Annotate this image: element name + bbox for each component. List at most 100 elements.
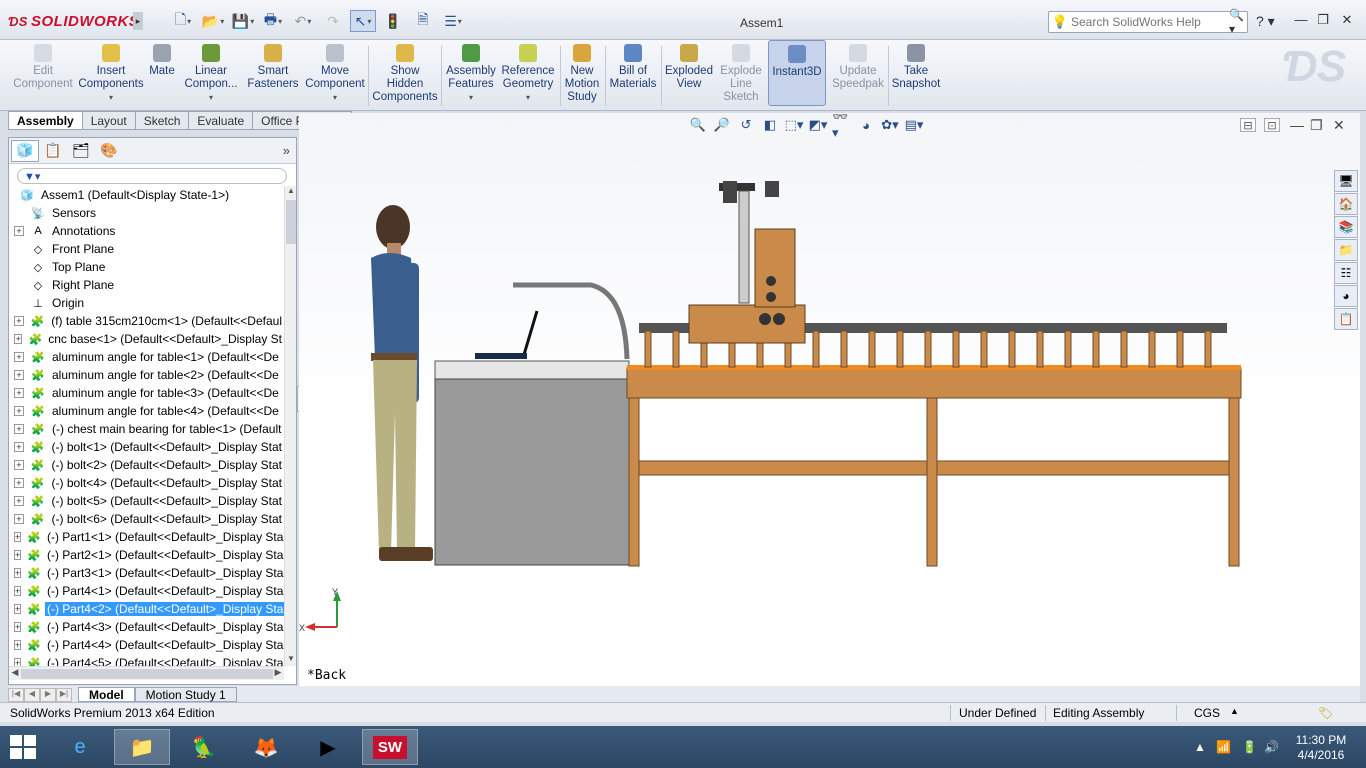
expand-plus-icon[interactable]: + (14, 406, 24, 416)
units-up-arrow-icon[interactable]: ▲ (1230, 706, 1239, 716)
expand-panel-icon[interactable]: » (283, 143, 290, 158)
last-tab-icon[interactable]: ▶| (56, 688, 72, 702)
zoom-to-area-icon[interactable]: 🔎 (712, 116, 732, 134)
take-snapshot-button[interactable]: Take Snapshot (890, 44, 942, 108)
instant3d-button[interactable]: Instant3D (768, 40, 826, 106)
tab-motion-study[interactable]: Motion Study 1 (134, 687, 237, 702)
expand-plus-icon[interactable]: + (14, 640, 22, 650)
parrot-app-icon[interactable]: 🦜 (176, 729, 232, 765)
units-selector[interactable]: CGS (1194, 706, 1220, 720)
previous-view-icon[interactable]: ↺ (736, 116, 756, 134)
linear-component-pattern-button[interactable]: Linear Compon... ▾ (180, 44, 242, 108)
expand-plus-icon[interactable]: + (14, 226, 24, 236)
scroll-left-icon[interactable]: ◀ (9, 667, 21, 678)
apply-scene-icon[interactable]: ✿▾ (880, 116, 900, 134)
expand-plus-icon[interactable]: + (14, 424, 24, 434)
edit-component-button[interactable]: Edit Component (12, 44, 74, 108)
tree-item[interactable]: 📡 Sensors (9, 204, 284, 222)
display-style-icon[interactable]: ◩▾ (808, 116, 828, 134)
graphics-viewport[interactable]: Y X (299, 113, 1360, 686)
select-pointer-icon[interactable]: ↖ (350, 10, 376, 32)
tree-item[interactable]: + A Annotations (9, 222, 284, 240)
file-explorer-taskbar-icon[interactable]: 📁 (114, 729, 170, 765)
viewport-layout-icon[interactable]: ⊡ (1264, 118, 1280, 132)
rebuild-icon[interactable]: 🚦 (380, 10, 406, 32)
exploded-view-button[interactable]: Exploded View (664, 44, 714, 108)
tree-item[interactable]: ◇ Top Plane (9, 258, 284, 276)
tree-item[interactable]: + 🧩 aluminum angle for table<4> (Default<<… (9, 402, 284, 420)
windows-start-icon[interactable] (10, 735, 38, 759)
design-library-icon[interactable]: 📚 (1334, 216, 1358, 238)
insert-components-button[interactable]: Insert Components ▾ (78, 44, 144, 108)
expand-plus-icon[interactable]: + (14, 442, 24, 452)
reference-geometry-button[interactable]: Reference Geometry ▾ (500, 44, 556, 108)
prev-tab-icon[interactable]: ◀ (24, 688, 40, 702)
view-palette-icon[interactable]: ☷ (1334, 262, 1358, 284)
edit-appearance-icon[interactable]: ◕ (856, 116, 876, 134)
print-icon[interactable]: 🖶 (260, 10, 286, 32)
smart-fasteners-button[interactable]: Smart Fasteners (246, 44, 300, 108)
save-icon[interactable]: 💾 (230, 10, 256, 32)
rebuild-tag-icon[interactable]: 🏷 (1318, 706, 1333, 720)
tree-root-assembly[interactable]: 🧊 Assem1 (Default<Display State-1>) (9, 186, 284, 204)
undo-icon[interactable]: ↶ (290, 10, 316, 32)
scroll-thumb[interactable] (286, 200, 296, 244)
scroll-right-icon[interactable]: ▶ (272, 667, 284, 678)
tree-item[interactable]: + 🧩 (-) Part4<2> (Default<<Default>_Displa… (9, 600, 284, 618)
tree-item[interactable]: + 🧩 (-) bolt<1> (Default<<Default>_Display… (9, 438, 284, 456)
network-icon[interactable]: 📶 (1216, 740, 1231, 754)
viewport-minimize-icon[interactable]: — (1290, 117, 1304, 133)
internet-explorer-icon[interactable]: e (52, 729, 108, 765)
expand-plus-icon[interactable]: + (14, 370, 24, 380)
expand-plus-icon[interactable]: + (14, 586, 22, 596)
battery-icon[interactable]: 🔋 (1242, 740, 1257, 754)
solidworks-resources-icon[interactable]: 🖥 (1334, 170, 1358, 192)
tab-evaluate[interactable]: Evaluate (189, 111, 254, 130)
help-search-box[interactable]: 💡 🔍▾ (1048, 8, 1248, 36)
tree-item[interactable]: + 🧩 (-) Part4<4> (Default<<Default>_Displa… (9, 636, 284, 654)
property-manager-tab-icon[interactable]: 📋 (39, 140, 67, 162)
tree-item[interactable]: + 🧩 (-) bolt<5> (Default<<Default>_Display… (9, 492, 284, 510)
viewport-split-icon[interactable]: ⊟ (1240, 118, 1256, 132)
configuration-manager-tab-icon[interactable]: 🗂 (67, 140, 95, 162)
show-hidden-components-button[interactable]: Show Hidden Components (372, 44, 438, 108)
redo-icon[interactable]: ↷ (320, 10, 346, 32)
tree-item[interactable]: + 🧩 (-) Part4<5> (Default<<Default>_Displa… (9, 654, 284, 666)
expand-plus-icon[interactable]: + (14, 334, 23, 344)
tree-item[interactable]: + 🧩 (-) Part3<1> (Default<<Default>_Displa… (9, 564, 284, 582)
tray-expand-icon[interactable]: ▲ (1194, 740, 1206, 754)
tree-item[interactable]: + 🧩 (f) table 315cm210cm<1> (Default<<Defa… (9, 312, 284, 330)
view-settings-icon[interactable]: ▤▾ (904, 116, 924, 134)
taskbar-clock[interactable]: 11:30 PM 4/4/2016 (1286, 733, 1356, 763)
tree-item[interactable]: + 🧩 (-) Part4<3> (Default<<Default>_Displa… (9, 618, 284, 636)
first-tab-icon[interactable]: |◀ (8, 688, 24, 702)
expand-plus-icon[interactable]: + (14, 658, 22, 666)
tree-item[interactable]: ⊥ Origin (9, 294, 284, 312)
minimize-icon[interactable]: — (1290, 12, 1312, 27)
custom-properties-icon[interactable]: 📋 (1334, 308, 1358, 330)
expand-plus-icon[interactable]: + (14, 568, 22, 578)
explode-line-sketch-button[interactable]: Explode Line Sketch (716, 44, 766, 108)
expand-plus-icon[interactable]: + (14, 532, 22, 542)
tree-item[interactable]: + 🧩 (-) bolt<2> (Default<<Default>_Display… (9, 456, 284, 474)
tree-item[interactable]: + 🧩 (-) chest main bearing for table<1> (D… (9, 420, 284, 438)
tree-item[interactable]: + 🧩 (-) Part2<1> (Default<<Default>_Displa… (9, 546, 284, 564)
file-properties-icon[interactable]: 🗎 (410, 10, 436, 32)
restore-icon[interactable]: ❐ (1312, 12, 1334, 28)
display-manager-tab-icon[interactable]: 🎨 (95, 140, 123, 162)
tree-item[interactable]: ◇ Right Plane (9, 276, 284, 294)
home-icon[interactable]: 🏠 (1334, 193, 1358, 215)
next-tab-icon[interactable]: ▶ (40, 688, 56, 702)
expand-plus-icon[interactable]: + (14, 388, 24, 398)
new-motion-study-button[interactable]: New Motion Study (563, 44, 601, 108)
appearances-icon[interactable]: ◕ (1334, 285, 1358, 307)
filter-input[interactable]: ▼▾ (17, 168, 287, 184)
expand-plus-icon[interactable]: + (14, 496, 24, 506)
help-icon[interactable]: ? ▾ (1256, 13, 1275, 30)
tree-item[interactable]: + 🧩 cnc base<1> (Default<<Default>_Display… (9, 330, 284, 348)
expand-plus-icon[interactable]: + (14, 352, 24, 362)
hscroll-thumb[interactable] (21, 669, 273, 679)
search-input[interactable] (1071, 15, 1229, 29)
tree-item[interactable]: + 🧩 aluminum angle for table<3> (Default<<… (9, 384, 284, 402)
bill-of-materials-button[interactable]: Bill of Materials (608, 44, 658, 108)
